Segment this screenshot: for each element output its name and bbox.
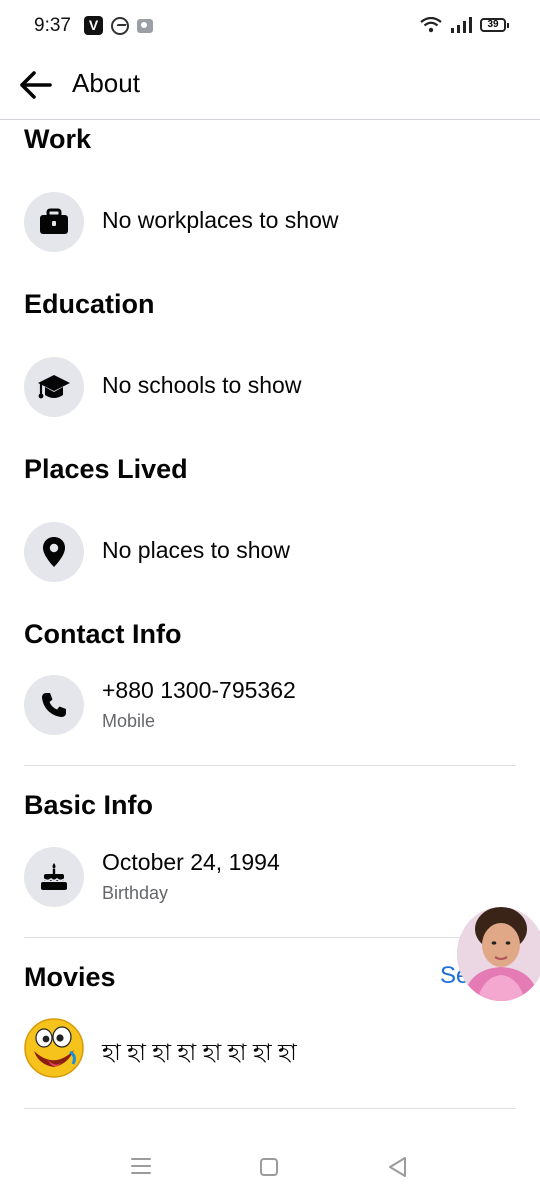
chat-head-avatar[interactable] (457, 907, 540, 1001)
back-arrow-icon[interactable] (16, 65, 56, 105)
work-row: No workplaces to show (24, 192, 516, 254)
divider (24, 937, 516, 938)
section-title-movies: Movies (24, 962, 116, 992)
birthday-cake-icon (24, 847, 84, 907)
system-nav-bar (0, 1140, 540, 1200)
location-pin-icon (24, 522, 84, 582)
laughing-emoji-icon (24, 1018, 84, 1078)
section-title-education: Education (24, 289, 155, 319)
wifi-icon (420, 17, 442, 33)
birthday-row: October 24, 1994 Birthday (24, 847, 516, 909)
birthday-label: Birthday (102, 883, 169, 903)
movie-title: হা হা হা হা হা হা হা হা (102, 1039, 297, 1065)
recent-apps-icon[interactable] (131, 1158, 151, 1176)
divider (24, 1108, 516, 1109)
section-title-places: Places Lived (24, 454, 188, 484)
app-header: About (0, 52, 540, 120)
system-icons: 39 (420, 17, 509, 33)
graduation-cap-icon (24, 357, 84, 417)
battery-icon: 39 (480, 18, 509, 32)
places-row: No places to show (24, 522, 516, 584)
status-bar: 9:37 V 39 (0, 0, 540, 52)
signal-icon (450, 17, 472, 33)
home-icon[interactable] (260, 1158, 278, 1176)
movie-item[interactable]: হা হা হা হা হা হা হা হা (24, 1018, 516, 1080)
phone-number: +880 1300-795362 (102, 677, 296, 703)
vpn-app-icon: V (84, 16, 103, 35)
briefcase-icon (24, 192, 84, 252)
section-title-contact: Contact Info (24, 619, 182, 649)
messenger-icon (111, 16, 129, 35)
section-title-work: Work (24, 124, 92, 154)
status-time: 9:37 (34, 15, 71, 36)
work-empty-text: No workplaces to show (102, 207, 339, 233)
phone-icon (24, 675, 84, 735)
education-row: No schools to show (24, 357, 516, 419)
page-title: About (72, 68, 140, 98)
birthday-date: October 24, 1994 (102, 849, 280, 875)
phone-label: Mobile (102, 711, 156, 731)
places-empty-text: No places to show (102, 537, 290, 563)
camera-icon (137, 18, 153, 33)
section-title-basic: Basic Info (24, 790, 154, 820)
notification-icons: V (84, 16, 153, 35)
divider (24, 765, 516, 766)
education-empty-text: No schools to show (102, 372, 302, 398)
nav-back-icon[interactable] (387, 1156, 409, 1183)
contact-row[interactable]: +880 1300-795362 Mobile (24, 675, 516, 737)
